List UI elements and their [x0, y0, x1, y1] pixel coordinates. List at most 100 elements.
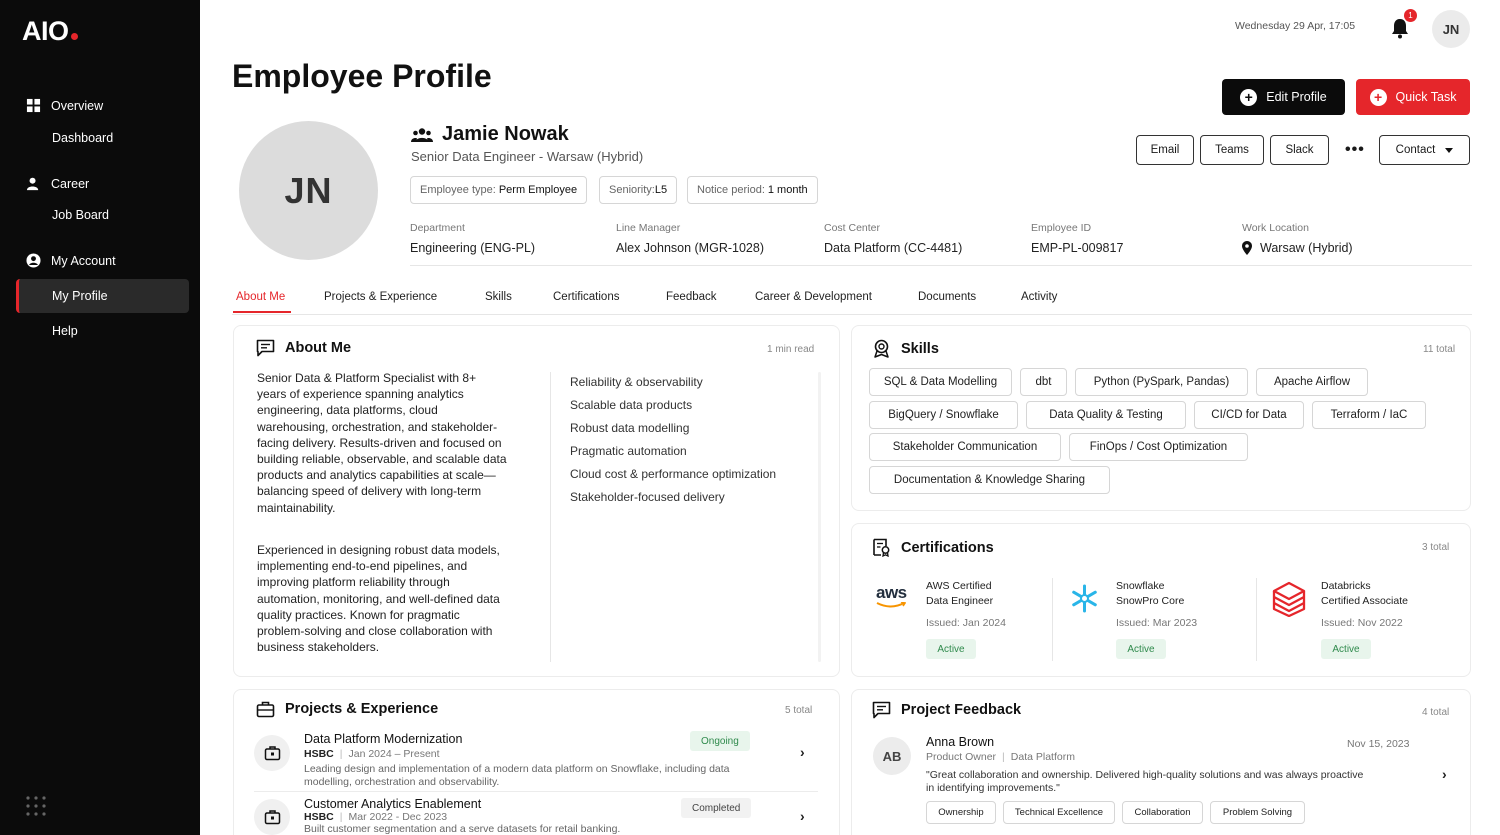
tab-career-development[interactable]: Career & Development: [755, 291, 872, 303]
app-logo[interactable]: AIO: [22, 16, 78, 47]
project-description: Built customer segmentation and a serve …: [304, 823, 621, 835]
projects-count: 5 total: [785, 705, 813, 716]
pill-value: 1 month: [767, 184, 808, 196]
sidebar-item-help[interactable]: Help: [52, 324, 78, 338]
profile-avatar: JN: [239, 121, 378, 260]
person-icon: [26, 177, 39, 191]
skill-chip[interactable]: Documentation & Knowledge Sharing: [869, 466, 1110, 494]
account-circle-icon: [26, 253, 41, 268]
cost-center-value: Data Platform (CC-4481): [824, 241, 963, 255]
databricks-icon: [1272, 581, 1306, 617]
certifications-count: 3 total: [1422, 542, 1450, 553]
cert-divider: [1256, 578, 1257, 661]
plus-icon: +: [1369, 88, 1387, 106]
sidebar-item-my-account[interactable]: My Account: [26, 253, 116, 268]
sidebar-item-label: Overview: [51, 98, 104, 113]
certifications-title: Certifications: [872, 538, 994, 557]
profile-tabs: About Me Projects & Experience Skills Ce…: [232, 285, 1472, 315]
contact-dropdown[interactable]: Contact: [1379, 135, 1470, 165]
project-icon: [254, 799, 290, 835]
feedback-tag: Collaboration: [1122, 801, 1203, 824]
reviewer-avatar: AB: [873, 737, 911, 775]
project-description: Leading design and implementation of a m…: [304, 763, 730, 788]
more-options-icon[interactable]: •••: [1345, 141, 1365, 159]
tab-projects-experience[interactable]: Projects & Experience: [324, 291, 437, 303]
feedback-tag: Ownership: [926, 801, 996, 824]
status-badge: Ongoing: [690, 731, 750, 751]
tab-certifications[interactable]: Certifications: [553, 291, 619, 303]
skills-title: Skills: [872, 339, 939, 358]
chevron-right-icon[interactable]: ›: [800, 744, 805, 760]
sidebar-item-label: My Account: [51, 253, 116, 268]
project-title[interactable]: Customer Analytics Enablement: [304, 797, 481, 811]
tab-activity[interactable]: Activity: [1021, 291, 1057, 303]
skill-chip[interactable]: Apache Airflow: [1256, 368, 1368, 396]
projects-title: Projects & Experience: [256, 700, 438, 718]
skill-chip[interactable]: dbt: [1020, 368, 1067, 396]
project-title[interactable]: Data Platform Modernization: [304, 732, 462, 746]
skill-chip[interactable]: CI/CD for Data: [1194, 401, 1304, 429]
tab-documents[interactable]: Documents: [918, 291, 976, 303]
project-company: HSBC: [304, 748, 334, 760]
pill-value: Perm Employee: [498, 184, 578, 196]
teams-button[interactable]: Teams: [1200, 135, 1264, 165]
skill-chip[interactable]: Terraform / IaC: [1312, 401, 1426, 429]
location-pin-icon: [1242, 241, 1252, 255]
sidebar-item-overview[interactable]: Overview: [26, 98, 103, 113]
quick-task-label: Quick Task: [1395, 90, 1457, 104]
project-meta: HSBC | Mar 2022 - Dec 2023: [304, 811, 448, 823]
pill-label: Notice period:: [697, 184, 765, 196]
tab-skills[interactable]: Skills: [485, 291, 512, 303]
scrollbar[interactable]: [818, 372, 821, 662]
quick-task-button[interactable]: + Quick Task: [1356, 79, 1470, 115]
skill-chip[interactable]: FinOps / Cost Optimization: [1069, 433, 1248, 461]
chevron-right-icon[interactable]: ›: [800, 808, 805, 824]
department-value: Engineering (ENG-PL): [410, 241, 536, 255]
aws-smile-icon: [876, 602, 906, 608]
skill-chip[interactable]: Python (PySpark, Pandas): [1075, 368, 1248, 396]
sidebar-item-my-profile[interactable]: My Profile: [52, 289, 108, 303]
notice-period-pill: Notice period: 1 month: [687, 176, 818, 204]
sidebar-item-job-board[interactable]: Job Board: [52, 208, 109, 222]
pill-value: L5: [654, 184, 668, 196]
skill-chip[interactable]: Stakeholder Communication: [869, 433, 1061, 461]
cert-name: AWS Certified Data Engineer: [926, 579, 993, 609]
profile-name: Jamie Nowak: [442, 123, 569, 145]
cert-line: Certified Associate: [1321, 595, 1408, 607]
reviewer-team: Data Platform: [1010, 751, 1075, 763]
list-item: Pragmatic automation: [570, 444, 687, 458]
project-dates: Jan 2024 – Present: [348, 748, 440, 760]
cert-divider: [1052, 578, 1053, 661]
cert-issued: Issued: Jan 2024: [926, 617, 1006, 629]
pill-label: Seniority:: [609, 184, 655, 196]
card-title-text: Project Feedback: [901, 702, 1022, 718]
feedback-tag: Problem Solving: [1210, 801, 1305, 824]
feedback-count: 4 total: [1422, 707, 1450, 718]
page-title: Employee Profile: [232, 58, 492, 94]
skill-chip[interactable]: SQL & Data Modelling: [869, 368, 1012, 396]
chevron-down-icon: [1445, 147, 1454, 153]
skill-chip[interactable]: Data Quality & Testing: [1026, 401, 1186, 429]
chevron-right-icon[interactable]: ›: [1442, 766, 1447, 782]
project-icon: [254, 735, 290, 771]
skill-chip[interactable]: BigQuery / Snowflake: [869, 401, 1018, 429]
sidebar-item-career[interactable]: Career: [26, 176, 89, 191]
slack-button[interactable]: Slack: [1270, 135, 1329, 165]
cert-issued: Issued: Nov 2022: [1321, 617, 1403, 629]
email-button[interactable]: Email: [1136, 135, 1194, 165]
cert-issued: Issued: Mar 2023: [1116, 617, 1198, 629]
card-title-text: Projects & Experience: [285, 701, 439, 717]
tab-feedback[interactable]: Feedback: [666, 291, 717, 303]
snowflake-icon: [1072, 584, 1097, 613]
chat-text-icon: [872, 701, 891, 719]
apps-grid-icon[interactable]: [26, 796, 46, 816]
user-avatar[interactable]: JN: [1432, 10, 1470, 48]
tab-about-me[interactable]: About Me: [236, 291, 285, 303]
sidebar-item-dashboard[interactable]: Dashboard: [52, 131, 113, 145]
edit-profile-button[interactable]: + Edit Profile: [1222, 79, 1345, 115]
card-title-text: Certifications: [901, 539, 994, 556]
project-meta: HSBC | Jan 2024 – Present: [304, 748, 440, 760]
feedback-quote: "Great collaboration and ownership. Deli…: [926, 769, 1364, 794]
cert-line: SnowPro Core: [1116, 595, 1185, 607]
status-badge: Completed: [681, 798, 752, 818]
